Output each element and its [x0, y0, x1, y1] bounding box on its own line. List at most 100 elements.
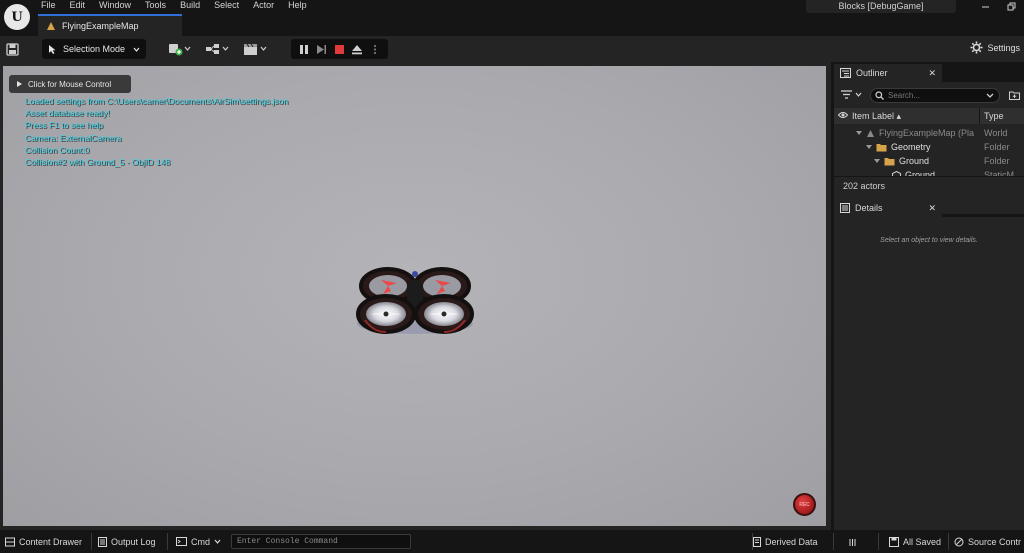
play-icon [17, 81, 22, 87]
menu-actor[interactable]: Actor [246, 0, 281, 12]
tab-details[interactable]: Details ✕ [834, 199, 942, 217]
selection-mode-label: Selection Mode [63, 44, 126, 54]
record-button[interactable]: REC [793, 493, 816, 516]
derived-data-button[interactable]: Derived Data [753, 534, 818, 549]
cmd-dropdown[interactable]: Cmd [176, 534, 221, 549]
debug-log: Loaded settings from C:\Users\camer\Docu… [25, 95, 288, 168]
blueprint-button[interactable] [205, 41, 231, 57]
log-line: Collision Count:0 [25, 144, 90, 155]
tree-row-geometry[interactable]: Geometry Folder [834, 140, 1024, 154]
console-icon [176, 537, 187, 546]
eject-icon[interactable] [350, 42, 364, 56]
settings-button[interactable]: Settings [970, 41, 1020, 54]
menu-file[interactable]: File [34, 0, 63, 12]
chevron-down-icon [133, 47, 140, 52]
folder-add-icon [1009, 91, 1020, 100]
expand-arrow-icon[interactable] [874, 159, 880, 163]
log-line: Camera: ExternalCamera [25, 132, 122, 143]
content-drawer-button[interactable]: Content Drawer [5, 534, 82, 549]
cinematics-button[interactable] [243, 41, 269, 57]
level-tab[interactable]: FlyingExampleMap [38, 14, 182, 36]
tab-outliner[interactable]: Outliner ✕ [834, 64, 942, 82]
status-bar: Content Drawer Output Log Cmd Derived Da… [0, 530, 1024, 553]
pause-icon[interactable] [297, 42, 311, 56]
expand-arrow-icon[interactable] [866, 145, 872, 149]
visibility-icon[interactable] [838, 111, 848, 119]
row-label: Geometry [891, 142, 931, 152]
all-saved-label: All Saved [903, 536, 942, 547]
unreal-logo-icon[interactable]: U [4, 4, 30, 30]
minimize-icon[interactable] [980, 2, 990, 12]
title-bar: U File Edit Window Tools Build Select Ac… [0, 0, 1024, 36]
details-empty-message: Select an object to view details. [880, 237, 978, 244]
level-viewport: Click for Mouse Control Loaded settings … [0, 62, 831, 530]
gear-icon [970, 41, 983, 54]
folder-icon [884, 157, 895, 165]
filter-icon [841, 90, 852, 99]
console-command-input[interactable] [231, 534, 411, 549]
filter-button[interactable] [841, 90, 862, 99]
column-item-label[interactable]: Item Label ▴ [852, 111, 901, 122]
source-control-button[interactable]: Source Contr [954, 534, 1021, 549]
selection-mode-dropdown[interactable]: Selection Mode [42, 39, 146, 59]
outliner-search-row [834, 86, 1024, 106]
outliner-title: Outliner [856, 68, 888, 78]
step-forward-icon[interactable] [315, 42, 329, 56]
save-status-icon [889, 536, 899, 547]
column-type[interactable]: Type [979, 108, 1004, 124]
outliner-search[interactable] [870, 88, 1000, 103]
close-icon[interactable]: ✕ [928, 68, 936, 79]
folder-icon [876, 143, 887, 151]
log-line: Asset database ready! [25, 108, 110, 119]
chevron-down-icon [986, 93, 994, 98]
log-line: Loaded settings from C:\Users\camer\Docu… [25, 96, 289, 106]
menu-window[interactable]: Window [92, 0, 138, 12]
row-type: World [984, 128, 1008, 138]
divider [167, 533, 168, 550]
log-line: Press F1 to see help [25, 120, 103, 131]
clapperboard-icon [244, 43, 267, 55]
divider [91, 533, 92, 550]
window-controls [980, 0, 1016, 13]
notifications-icon[interactable] [848, 534, 857, 549]
mouse-control-label: Click for Mouse Control [28, 79, 112, 89]
mouse-control-button[interactable]: Click for Mouse Control [9, 75, 131, 93]
cursor-icon [49, 44, 56, 54]
search-input[interactable] [888, 91, 986, 100]
tree-row-ground-folder[interactable]: Ground Folder [834, 154, 1024, 168]
stop-icon[interactable] [332, 42, 346, 56]
close-icon[interactable]: ✕ [928, 203, 936, 214]
expand-arrow-icon[interactable] [856, 131, 862, 135]
menu-tools[interactable]: Tools [138, 0, 173, 12]
more-options-icon[interactable] [368, 42, 382, 56]
menu-help[interactable]: Help [281, 0, 314, 12]
save-icon[interactable] [6, 41, 22, 57]
log-line: Collision#2 with Ground_5 - ObjID 148 [25, 157, 171, 168]
record-label: REC [799, 501, 810, 508]
level-icon [47, 22, 55, 30]
details-title: Details [855, 203, 883, 213]
add-folder-button[interactable] [1009, 90, 1020, 102]
play-controls [291, 39, 388, 59]
menu-select[interactable]: Select [207, 0, 246, 12]
add-actor-button[interactable] [168, 41, 192, 57]
output-log-label: Output Log [111, 536, 156, 547]
outliner-header: Item Label ▴ Type [834, 108, 1024, 124]
restore-icon[interactable] [1006, 2, 1016, 12]
viewport-scene[interactable]: Click for Mouse Control Loaded settings … [3, 66, 826, 526]
divider [833, 533, 834, 550]
menu-edit[interactable]: Edit [63, 0, 93, 12]
outliner-icon [840, 68, 851, 78]
menu-build[interactable]: Build [173, 0, 207, 12]
details-icon [840, 203, 850, 213]
level-tab-label: FlyingExampleMap [62, 21, 139, 31]
output-log-button[interactable]: Output Log [98, 534, 156, 549]
main-toolbar: Selection Mode Settings [0, 36, 1024, 62]
tree-row-world[interactable]: FlyingExampleMap (Pla World [834, 126, 1024, 140]
source-control-label: Source Contr [968, 536, 1022, 547]
chevron-down-icon [855, 92, 862, 97]
all-saved-button[interactable]: All Saved [889, 534, 941, 549]
log-icon [98, 536, 107, 547]
world-icon [867, 129, 874, 137]
row-type: Folder [984, 142, 1010, 152]
